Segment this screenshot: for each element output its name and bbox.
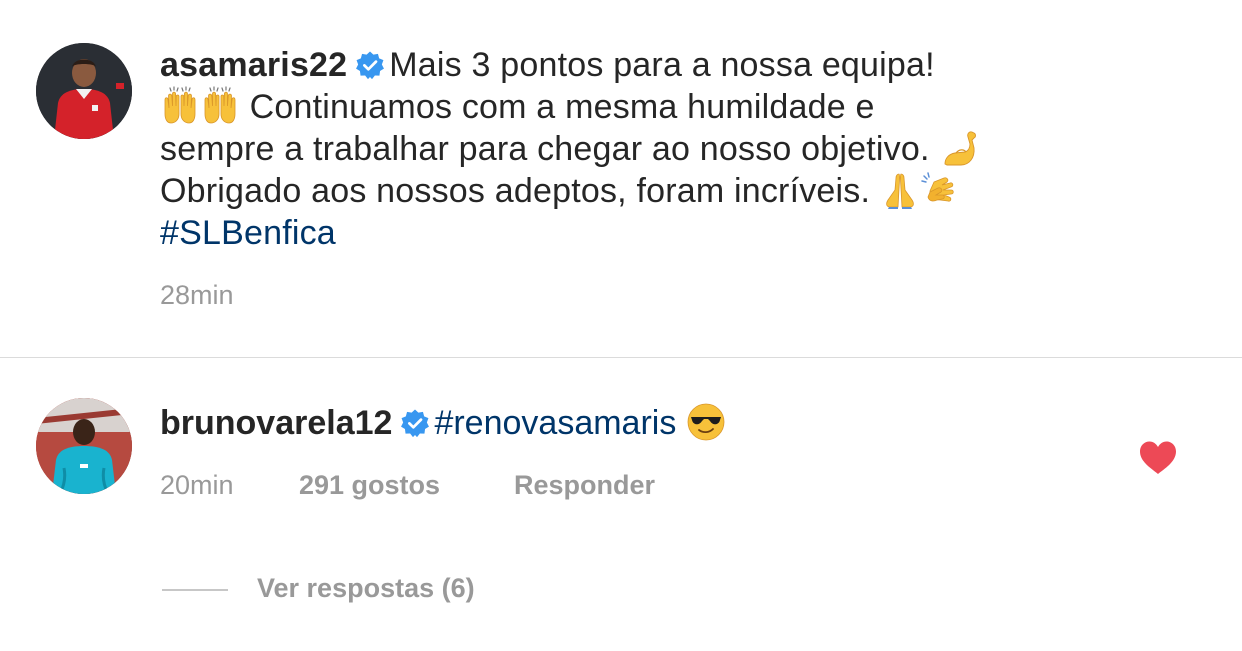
view-replies-button[interactable]: Ver respostas (6)	[257, 573, 475, 604]
raised-hands-icon	[160, 86, 200, 126]
caption-line-2: Continuamos com a mesma humildade e	[160, 86, 1160, 128]
caption-line-3: sempre a trabalhar para chegar ao nosso …	[160, 128, 1160, 170]
raised-hands-icon	[200, 86, 240, 126]
caption-line-4: Obrigado aos nossos adeptos, foram incrí…	[160, 170, 1160, 212]
player-photo	[36, 43, 132, 139]
comment-author-avatar[interactable]	[36, 398, 132, 494]
heart-like-icon[interactable]	[1138, 440, 1178, 476]
post-caption: asamaris22 Mais 3 pontos para a nossa equ…	[160, 44, 1160, 254]
caption-text: Mais 3 pontos para a nossa equipa!	[389, 46, 935, 84]
hashtag-link[interactable]: #renovasamaris	[434, 404, 676, 442]
player-photo	[36, 398, 132, 494]
comment-timestamp: 20min	[160, 470, 234, 500]
comment-likes-count[interactable]: 291 gostos	[299, 470, 440, 501]
post-username[interactable]: asamaris22	[160, 46, 347, 84]
verified-badge-icon	[400, 408, 430, 438]
sunglasses-face-icon	[686, 402, 726, 442]
comment-username[interactable]: brunovarela12	[160, 404, 392, 442]
comment-text: brunovarela12 #renovasamaris	[160, 402, 726, 444]
folded-hands-icon	[880, 170, 920, 210]
caption-text: Continuamos com a mesma humildade e	[249, 88, 875, 126]
post-author-avatar[interactable]	[36, 43, 132, 139]
verified-badge-icon	[355, 50, 385, 80]
flexed-biceps-icon	[939, 128, 979, 168]
section-divider	[0, 357, 1242, 358]
caption-line-1: asamaris22 Mais 3 pontos para a nossa equ…	[160, 44, 1160, 86]
reply-button[interactable]: Responder	[514, 470, 655, 501]
caption-line-5: #SLBenfica	[160, 212, 1160, 254]
caption-text: Obrigado aos nossos adeptos, foram incrí…	[160, 172, 871, 210]
caption-text: sempre a trabalhar para chegar ao nosso …	[160, 130, 930, 168]
post-timestamp: 28min	[160, 280, 234, 310]
hashtag-link[interactable]: #SLBenfica	[160, 214, 336, 252]
replies-divider-line	[162, 589, 228, 591]
clapping-hands-icon	[920, 170, 960, 210]
